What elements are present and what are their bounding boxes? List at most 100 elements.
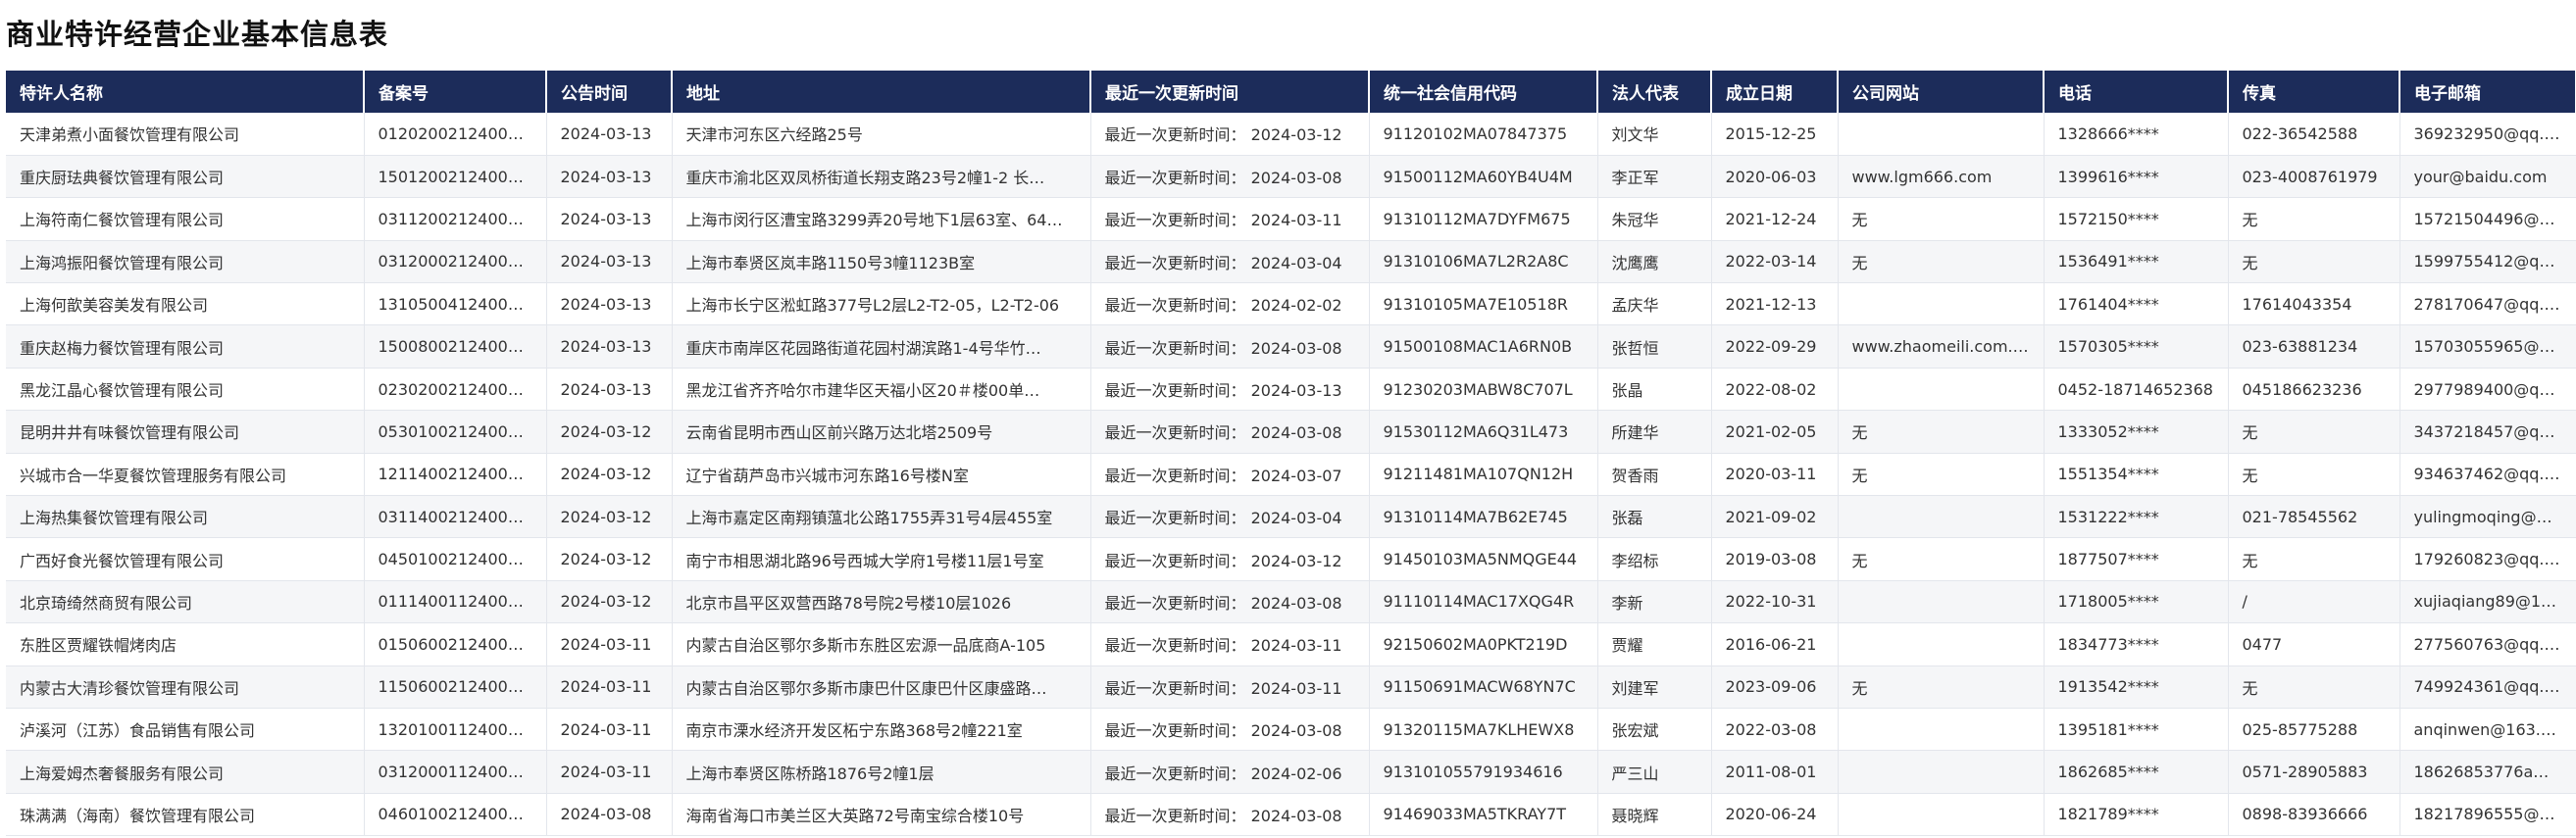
cell-founded-date: 2015-12-25 [1711, 113, 1839, 156]
cell-founded-date: 2020-06-24 [1711, 793, 1839, 837]
cell-franchisor-name: 上海符南仁餐饮管理有限公司 [6, 197, 365, 241]
cell-fax: 无 [2228, 453, 2400, 497]
cell-founded-date: 2019-03-08 [1711, 537, 1839, 581]
cell-founded-date: 2020-03-11 [1711, 453, 1839, 497]
cell-address: 上海市嘉定区南翔镇蕰北公路1755弄31号4层455室 [672, 495, 1091, 539]
cell-last-update: 最近一次更新时间： 2024-03-11 [1090, 622, 1370, 666]
cell-last-update: 最近一次更新时间： 2024-03-08 [1090, 708, 1370, 752]
cell-franchisor-name: 内蒙古大清珍餐饮管理有限公司 [6, 665, 365, 709]
cell-fax: 023-63881234 [2228, 324, 2400, 369]
cell-founded-date: 2023-09-06 [1711, 665, 1839, 709]
cell-filing-no: 0311400212400077 [364, 495, 547, 539]
cell-address: 黑龙江省齐齐哈尔市建华区天福小区20＃楼00单… [672, 368, 1091, 412]
cell-founded-date: 2022-09-29 [1711, 324, 1839, 369]
cell-phone: 1551354**** [2044, 453, 2229, 497]
cell-filing-no: 1211400212400003 [364, 453, 547, 497]
cell-legal-rep: 沈鹰鹰 [1597, 240, 1712, 284]
cell-announce-date: 2024-03-13 [546, 240, 673, 284]
cell-website [1838, 495, 2045, 539]
cell-website: www.lgm666.com [1838, 155, 2045, 199]
cell-founded-date: 2021-02-05 [1711, 410, 1839, 454]
cell-legal-rep: 严三山 [1597, 750, 1712, 794]
cell-filing-no: 0312000112400077 [364, 750, 547, 794]
cell-email: 277560763@qq.com [2399, 622, 2576, 666]
cell-franchisor-name: 昆明井井有味餐饮管理有限公司 [6, 410, 365, 454]
cell-phone: 1328666**** [2044, 113, 2229, 156]
cell-franchisor-name: 广西好食光餐饮管理有限公司 [6, 537, 365, 581]
cell-founded-date: 2016-06-21 [1711, 622, 1839, 666]
cell-phone: 1834773**** [2044, 622, 2229, 666]
cell-email: yulingmoqing@163.com [2399, 495, 2576, 539]
cell-phone: 1399616**** [2044, 155, 2229, 199]
cell-last-update: 最近一次更新时间： 2024-03-13 [1090, 368, 1370, 412]
cell-credit-code: 91230203MABW8C707L [1369, 368, 1598, 412]
cell-fax: 023-4008761979 [2228, 155, 2400, 199]
cell-website [1838, 368, 2045, 412]
cell-address: 南京市溧水经济开发区柘宁东路368号2幢221室 [672, 708, 1091, 752]
cell-filing-no: 0312000212400079 [364, 240, 547, 284]
cell-filing-no: 1320100112400262 [364, 708, 547, 752]
cell-filing-no: 0311200212400121 [364, 197, 547, 241]
cell-announce-date: 2024-03-13 [546, 155, 673, 199]
cell-filing-no: 0450100212400106 [364, 537, 547, 581]
table-row: 上海符南仁餐饮管理有限公司 0311200212400121 2024-03-13 上… [6, 197, 2576, 241]
cell-email: 749924361@qq.com [2399, 665, 2576, 709]
cell-fax: 0898-83936666 [2228, 793, 2400, 837]
cell-phone: 1862685**** [2044, 750, 2229, 794]
cell-phone: 1821789**** [2044, 793, 2229, 837]
cell-announce-date: 2024-03-12 [546, 410, 673, 454]
cell-credit-code: 91310106MA7L2R2A8C [1369, 240, 1598, 284]
cell-address: 上海市奉贤区陈桥路1876号2幢1层 [672, 750, 1091, 794]
cell-credit-code: 913101055791934616 [1369, 750, 1598, 794]
cell-announce-date: 2024-03-13 [546, 197, 673, 241]
cell-address: 海南省海口市美兰区大英路72号南宝综合楼10号 [672, 793, 1091, 837]
cell-address: 内蒙古自治区鄂尔多斯市康巴什区康巴什区康盛路… [672, 665, 1091, 709]
cell-franchisor-name: 重庆厨珐典餐饮管理有限公司 [6, 155, 365, 199]
cell-address: 北京市昌平区双营西路78号院2号楼10层1026 [672, 580, 1091, 624]
cell-credit-code: 91500108MAC1A6RN0B [1369, 324, 1598, 369]
column-header-legal-rep: 法人代表 [1597, 71, 1712, 113]
cell-last-update: 最近一次更新时间： 2024-03-11 [1090, 197, 1370, 241]
cell-announce-date: 2024-03-11 [546, 622, 673, 666]
cell-last-update: 最近一次更新时间： 2024-03-12 [1090, 113, 1370, 156]
cell-announce-date: 2024-03-13 [546, 324, 673, 369]
cell-website: 无 [1838, 197, 2045, 241]
cell-franchisor-name: 上海爱姆杰奢餐服务有限公司 [6, 750, 365, 794]
cell-filing-no: 1310500412400049 [364, 282, 547, 326]
cell-address: 重庆市南岸区花园路街道花园村湖滨路1-4号华竹… [672, 324, 1091, 369]
cell-franchisor-name: 北京琦绮然商贸有限公司 [6, 580, 365, 624]
cell-legal-rep: 李新 [1597, 580, 1712, 624]
cell-franchisor-name: 兴城市合一华夏餐饮管理服务有限公司 [6, 453, 365, 497]
cell-filing-no: 0150600212400002 [364, 622, 547, 666]
column-header-filing-no: 备案号 [364, 71, 547, 113]
cell-last-update: 最近一次更新时间： 2024-03-11 [1090, 665, 1370, 709]
cell-announce-date: 2024-03-13 [546, 368, 673, 412]
cell-legal-rep: 刘建军 [1597, 665, 1712, 709]
page-title: 商业特许经营企业基本信息表 [6, 18, 389, 51]
cell-legal-rep: 张磊 [1597, 495, 1712, 539]
cell-phone: 1572150**** [2044, 197, 2229, 241]
cell-fax: 0477 [2228, 622, 2400, 666]
table-row: 上海爱姆杰奢餐服务有限公司 0312000112400077 2024-03-11 上… [6, 750, 2576, 794]
table-row: 上海热集餐饮管理有限公司 0311400212400077 2024-03-12 上海… [6, 495, 2576, 539]
table-header-row: 特许人名称 备案号 公告时间 地址 最近一次更新时间 统一社会信用代码 法人代表 成立日期 公司… [6, 71, 2576, 113]
cell-fax: 无 [2228, 240, 2400, 284]
table-row: 广西好食光餐饮管理有限公司 0450100212400106 2024-03-12 南… [6, 537, 2576, 581]
cell-legal-rep: 孟庆华 [1597, 282, 1712, 326]
cell-founded-date: 2011-08-01 [1711, 750, 1839, 794]
cell-last-update: 最近一次更新时间： 2024-03-08 [1090, 155, 1370, 199]
cell-fax: 无 [2228, 197, 2400, 241]
cell-credit-code: 91310105MA7E10518R [1369, 282, 1598, 326]
table-body: 天津弟煮小面餐饮管理有限公司 0120200212400013 2024-03-13… [6, 113, 2576, 837]
cell-phone: 1395181**** [2044, 708, 2229, 752]
cell-website: 无 [1838, 665, 2045, 709]
cell-address: 上海市奉贤区岚丰路1150号3幢1123B室 [672, 240, 1091, 284]
cell-last-update: 最近一次更新时间： 2024-02-02 [1090, 282, 1370, 326]
cell-credit-code: 91320115MA7KLHEWX8 [1369, 708, 1598, 752]
table-row: 东胜区贾耀铁帽烤肉店 0150600212400002 2024-03-11 内蒙古自… [6, 622, 2576, 666]
cell-address: 辽宁省葫芦岛市兴城市河东路16号楼N室 [672, 453, 1091, 497]
column-header-address: 地址 [672, 71, 1091, 113]
cell-franchisor-name: 天津弟煮小面餐饮管理有限公司 [6, 113, 365, 156]
cell-last-update: 最近一次更新时间： 2024-03-07 [1090, 453, 1370, 497]
enterprise-info-table: 特许人名称 备案号 公告时间 地址 最近一次更新时间 统一社会信用代码 法人代表 成立日期 公司… [6, 71, 2576, 837]
